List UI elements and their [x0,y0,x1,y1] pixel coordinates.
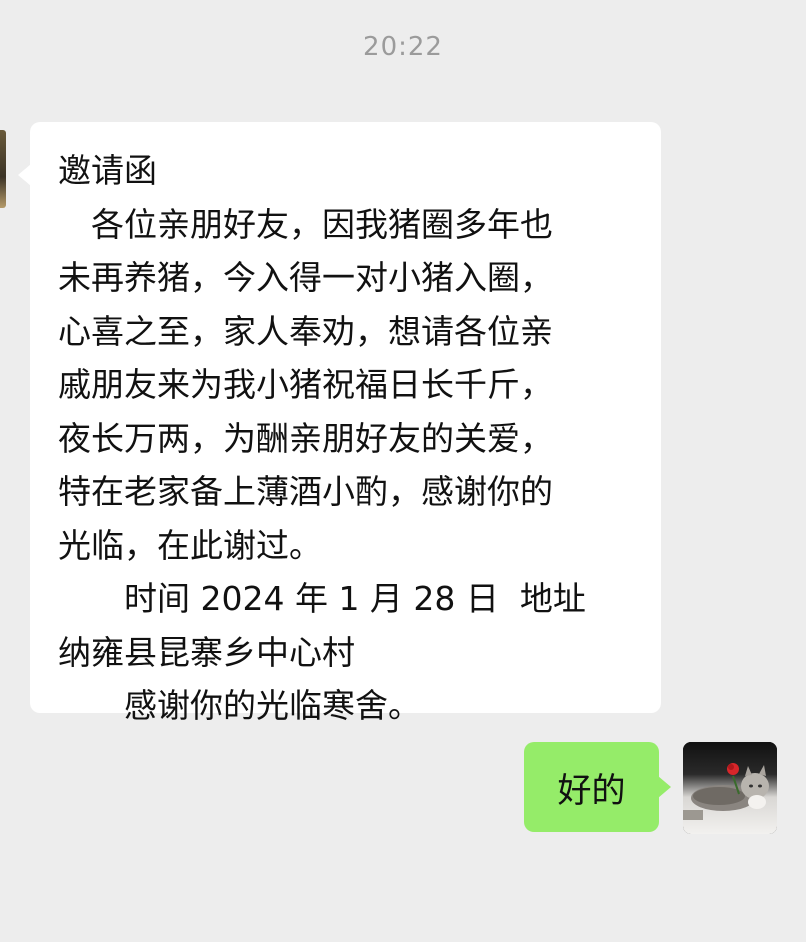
chat-window: 20:22 邀请函 各位亲朋好友，因我猪圈多年也 未再养猪，今入得一对小猪入圈，… [0,0,806,942]
message-line: 特在老家备上薄酒小酌，感谢你的 [58,472,553,511]
message-line: 各位亲朋好友，因我猪圈多年也 [58,204,553,244]
sender-avatar[interactable] [0,130,6,208]
message-line: 未再养猪，今入得一对小猪入圈， [58,258,553,297]
message-line: 戚朋友来为我小猪祝福日长千斤， [58,365,553,404]
cat-with-rose-icon [683,742,777,834]
message-line: 感谢你的光临寒舍。 [58,686,421,725]
message-line: 纳雍县昆寨乡中心村 [58,632,355,672]
outgoing-message-bubble[interactable]: 好的 [524,742,671,832]
message-line: 邀请函 [58,151,157,190]
message-timestamp: 20:22 [363,32,443,62]
message-line: 夜长万两，为酬亲朋好友的关爱， [58,418,553,458]
user-avatar[interactable] [683,742,777,834]
incoming-message-bubble[interactable]: 邀请函 各位亲朋好友，因我猪圈多年也 未再养猪，今入得一对小猪入圈， 心喜之至，… [18,122,661,725]
message-line: 光临，在此谢过。 [58,525,322,565]
message-line: 时间 2024 年 1 月 28 日 地址 [58,579,586,618]
message-line: 心喜之至，家人奉劝，想请各位亲 [58,311,553,351]
